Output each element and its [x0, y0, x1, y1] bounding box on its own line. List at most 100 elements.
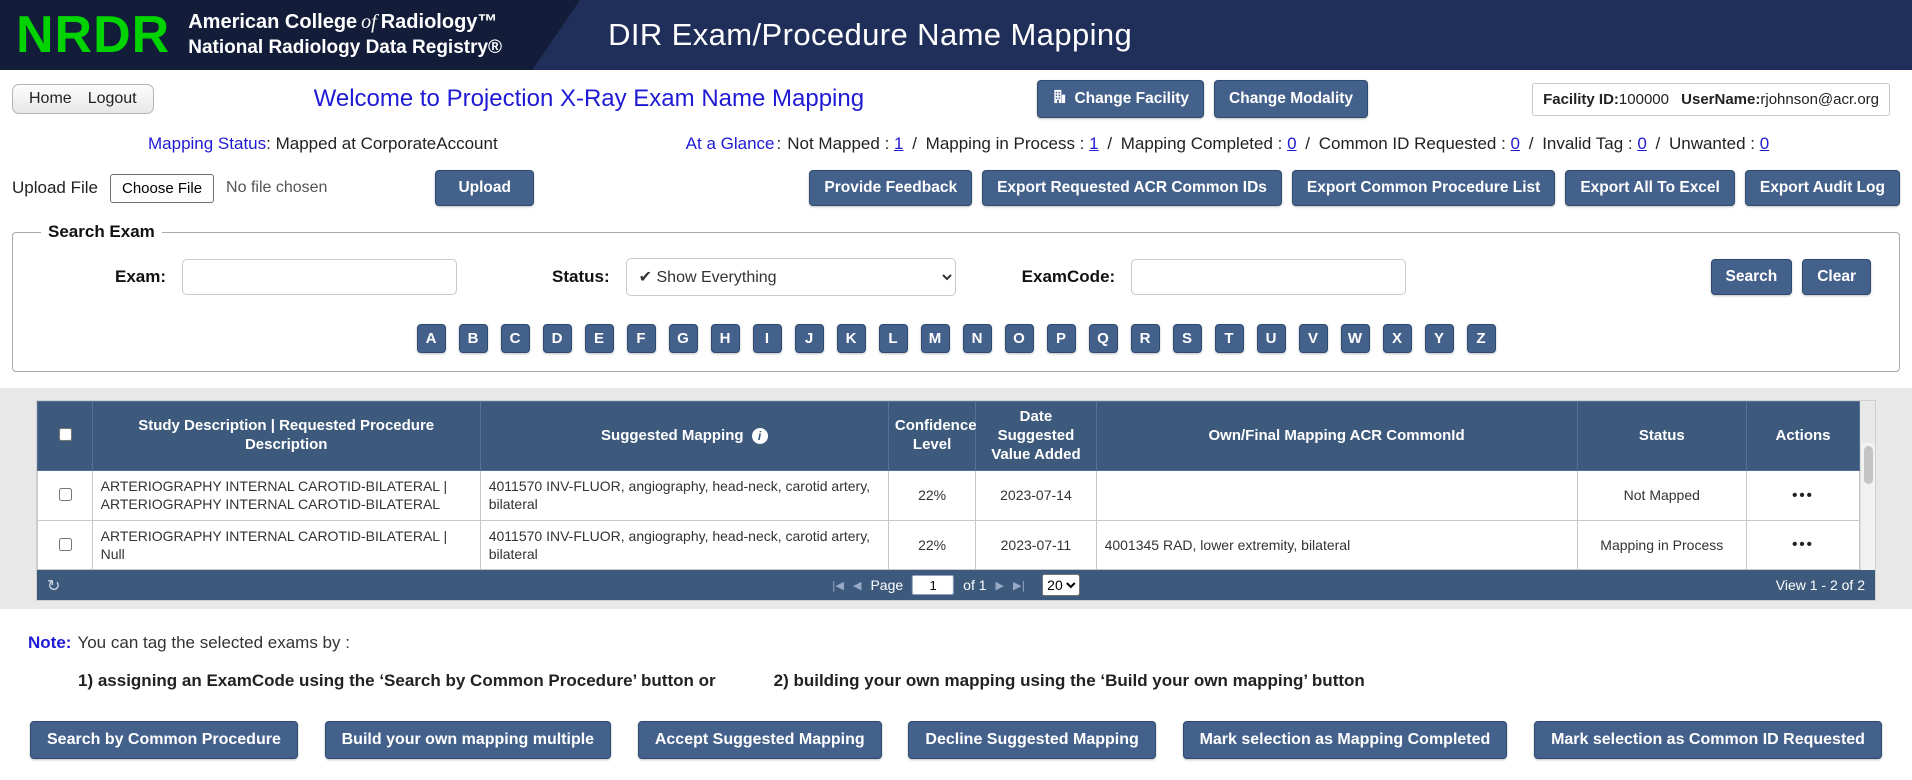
export-requested-acr-common-ids-button[interactable]: Export Requested ACR Common IDs — [982, 170, 1282, 206]
letter-button-u[interactable]: U — [1256, 324, 1286, 353]
letter-button-x[interactable]: X — [1382, 324, 1412, 353]
glance-count-common-id-requested[interactable]: 0 — [1511, 134, 1520, 153]
accept-suggested-mapping-button[interactable]: Accept Suggested Mapping — [637, 721, 882, 759]
export-audit-log-button[interactable]: Export Audit Log — [1744, 170, 1900, 206]
column-header-suggested-mapping: Suggested Mapping i — [479, 400, 889, 472]
letter-button-n[interactable]: N — [962, 324, 992, 353]
letter-button-e[interactable]: E — [584, 324, 614, 353]
glance-count-unwanted[interactable]: 0 — [1760, 134, 1769, 153]
row-checkbox-cell — [37, 519, 93, 571]
status-filter-select[interactable]: ✔ Show Everything — [625, 258, 956, 296]
letter-button-o[interactable]: O — [1004, 324, 1034, 353]
exam-input[interactable] — [182, 259, 458, 295]
glance-separator: / — [1102, 134, 1117, 153]
search-buttons: Search Clear — [1710, 259, 1871, 295]
page-number-input[interactable] — [912, 575, 955, 595]
letter-button-a[interactable]: A — [416, 324, 446, 353]
table-row: ARTERIOGRAPHY INTERNAL CAROTID-BILATERAL… — [37, 470, 1860, 521]
search-exam-legend: Search Exam — [48, 222, 155, 241]
decline-suggested-mapping-button[interactable]: Decline Suggested Mapping — [908, 721, 1156, 759]
letter-button-t[interactable]: T — [1214, 324, 1244, 353]
letter-button-y[interactable]: Y — [1424, 324, 1454, 353]
upload-button[interactable]: Upload — [435, 170, 534, 206]
search-by-common-procedure-button[interactable]: Search by Common Procedure — [30, 721, 298, 759]
build-your-own-mapping-multiple-button[interactable]: Build your own mapping multiple — [324, 721, 612, 759]
scrollbar-thumb[interactable] — [1863, 446, 1873, 484]
letter-button-f[interactable]: F — [626, 324, 656, 353]
letter-button-c[interactable]: C — [500, 324, 530, 353]
select-all-checkbox[interactable] — [58, 428, 72, 442]
examcode-input[interactable] — [1131, 259, 1407, 295]
letter-button-z[interactable]: Z — [1466, 324, 1496, 353]
logout-link[interactable]: Logout — [88, 90, 137, 108]
choose-file-button[interactable]: Choose File — [110, 173, 215, 203]
header-brand: NRDR American College of Radiology™ Nation… — [0, 0, 580, 70]
app-title: DIR Exam/Procedure Name Mapping — [608, 17, 1133, 52]
at-a-glance-colon: : — [776, 134, 782, 153]
instruction-1: 1) assigning an ExamCode using the ‘Sear… — [78, 671, 716, 690]
last-page-icon[interactable]: ▶| — [1013, 579, 1025, 592]
refresh-icon[interactable]: ↻ — [47, 576, 60, 595]
alphabet-filter-row: ABCDEFGHIJKLMNOPQRSTUVWXYZ — [27, 324, 1885, 353]
grid-pager: ↻ |◀ ◀ Page of 1 ▶ ▶| 20 View 1 - 2 of 2 — [37, 570, 1875, 600]
info-icon[interactable]: i — [751, 427, 768, 444]
provide-feedback-button[interactable]: Provide Feedback — [809, 170, 973, 206]
glance-count-mapping-in-process[interactable]: 1 — [1089, 134, 1098, 153]
search-row: Exam: Status: ✔ Show Everything ExamCode… — [27, 246, 1885, 298]
letter-button-r[interactable]: R — [1130, 324, 1160, 353]
mark-selection-as-common-id-requested-button[interactable]: Mark selection as Common ID Requested — [1534, 721, 1882, 759]
export-all-to-excel-button[interactable]: Export All To Excel — [1565, 170, 1735, 206]
next-page-icon[interactable]: ▶ — [996, 579, 1004, 592]
column-header-label: Date Suggested Value Added — [991, 408, 1081, 463]
glance-item-label: Mapping in Process : — [925, 134, 1090, 153]
letter-button-m[interactable]: M — [920, 324, 950, 353]
row-checkbox[interactable] — [58, 488, 72, 502]
facility-id-label: Facility ID: — [1543, 90, 1619, 108]
clear-button[interactable]: Clear — [1802, 259, 1871, 295]
letter-button-s[interactable]: S — [1172, 324, 1202, 353]
letter-button-q[interactable]: Q — [1088, 324, 1118, 353]
letter-button-w[interactable]: W — [1340, 324, 1370, 353]
export-common-procedure-list-button[interactable]: Export Common Procedure List — [1291, 170, 1556, 206]
letter-button-p[interactable]: P — [1046, 324, 1076, 353]
home-link[interactable]: Home — [29, 90, 72, 108]
cell-actions: ••• — [1746, 470, 1860, 521]
search-button[interactable]: Search — [1710, 259, 1793, 295]
mark-selection-as-mapping-completed-button[interactable]: Mark selection as Mapping Completed — [1182, 721, 1508, 759]
row-checkbox[interactable] — [58, 537, 72, 551]
first-page-icon[interactable]: |◀ — [832, 579, 844, 592]
no-file-chosen-text: No file chosen — [226, 179, 328, 196]
grid-vertical-scrollbar[interactable] — [1860, 443, 1875, 570]
letter-button-k[interactable]: K — [836, 324, 866, 353]
column-header-study-description-requested-procedure-description: Study Description | Requested Procedure … — [91, 400, 481, 472]
column-header-label: Confidence Level — [894, 417, 977, 454]
glance-count-invalid-tag[interactable]: 0 — [1637, 134, 1646, 153]
glance-count-mapping-completed[interactable]: 0 — [1287, 134, 1296, 153]
glance-separator: / — [1524, 134, 1539, 153]
letter-button-l[interactable]: L — [878, 324, 908, 353]
row-actions-button[interactable]: ••• — [1792, 536, 1814, 553]
exam-grid: Study Description | Requested Procedure … — [36, 400, 1876, 601]
row-actions-button[interactable]: ••• — [1792, 487, 1814, 504]
letter-button-b[interactable]: B — [458, 324, 488, 353]
letter-button-g[interactable]: G — [668, 324, 698, 353]
letter-button-h[interactable]: H — [710, 324, 740, 353]
row-checkbox-cell — [37, 470, 93, 521]
letter-button-j[interactable]: J — [794, 324, 824, 353]
facility-info: Facility ID:100000 UserName:rjohnson@acr… — [1532, 82, 1890, 116]
letter-button-v[interactable]: V — [1298, 324, 1328, 353]
cell-date-suggested: 2023-07-14 — [975, 470, 1097, 521]
letter-button-i[interactable]: I — [752, 324, 782, 353]
cell-suggested-mapping: 4011570 INV-FLUOR, angiography, head-nec… — [479, 470, 889, 521]
facility-id-value: 100000 — [1618, 90, 1669, 108]
glance-separator: / — [1300, 134, 1315, 153]
top-actions: Change Facility Change Modality — [1037, 80, 1369, 118]
page-size-select[interactable]: 20 — [1042, 574, 1081, 596]
glance-count-not-mapped[interactable]: 1 — [894, 134, 903, 153]
grid-panel: Study Description | Requested Procedure … — [0, 388, 1912, 609]
letter-button-d[interactable]: D — [542, 324, 572, 353]
change-modality-button[interactable]: Change Modality — [1214, 80, 1369, 118]
change-facility-button[interactable]: Change Facility — [1037, 80, 1205, 118]
prev-page-icon[interactable]: ◀ — [853, 579, 861, 592]
org-line-2: National Radiology Data Registry® — [188, 37, 503, 58]
